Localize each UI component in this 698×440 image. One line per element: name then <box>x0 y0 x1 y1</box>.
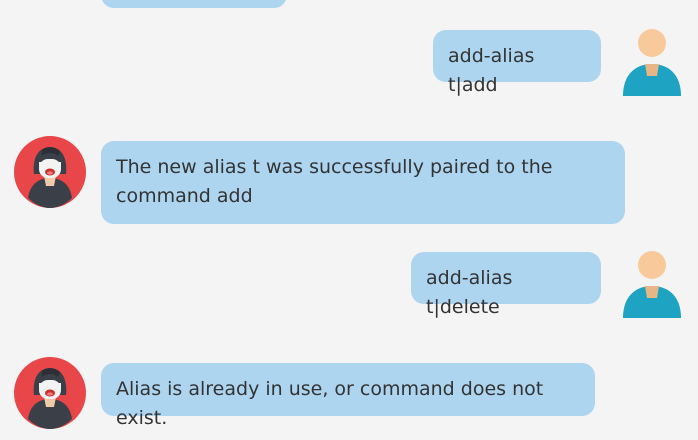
user-message-text: add-alias t|add <box>448 45 535 96</box>
bot-avatar-icon <box>12 355 88 431</box>
chat-transcript: add-alias t|add The new alias t was succ… <box>0 0 698 440</box>
user-message-bubble: add-alias t|delete <box>411 252 601 318</box>
bot-message-bubble: The new alias t was successfully paired … <box>101 141 625 224</box>
bot-message-text: The new alias t was successfully paired … <box>116 156 553 207</box>
user-message-bubble: add-alias t|add <box>433 30 601 96</box>
bot-avatar-icon <box>12 134 88 210</box>
bot-message-bubble-partial <box>101 0 287 8</box>
bot-message-bubble: Alias is already in use, or command does… <box>101 363 595 429</box>
bot-message-text: Alias is already in use, or command does… <box>116 378 544 429</box>
user-message-text: add-alias t|delete <box>426 267 513 318</box>
user-avatar-icon <box>614 20 690 96</box>
user-avatar-icon <box>614 242 690 318</box>
